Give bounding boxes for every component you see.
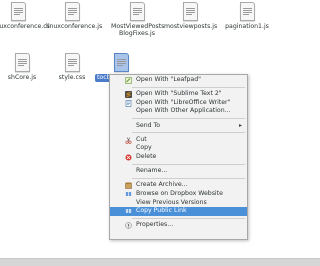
libreoffice-writer-icon xyxy=(125,99,132,107)
dropbox-icon xyxy=(125,208,132,215)
menu-item-create-archive[interactable]: Create Archive... xyxy=(110,181,247,190)
sublime-icon xyxy=(125,91,132,99)
menu-item-view-previous-versions[interactable]: View Previous Versions xyxy=(110,199,247,208)
file-name: MostViewedPosts BlogFixes.js xyxy=(111,23,165,37)
menu-item-send-to[interactable]: Send To ▸ xyxy=(110,122,247,131)
file-item[interactable]: linuxconference.js xyxy=(46,2,103,31)
menu-item-cut[interactable]: Cut xyxy=(110,136,247,145)
menu-item-browse-dropbox[interactable]: Browse on Dropbox Website xyxy=(110,190,247,199)
file-item[interactable]: style.css xyxy=(46,53,98,82)
menu-item-open-other[interactable]: Open With Other Application... xyxy=(110,107,247,116)
file-name: shCore.js xyxy=(7,74,37,81)
file-name: pagination1.js xyxy=(225,23,269,30)
text-file-icon xyxy=(64,53,80,72)
file-name: linuxconference.js xyxy=(46,23,103,30)
menu-item-delete[interactable]: Delete xyxy=(110,153,247,162)
menu-separator xyxy=(132,132,245,134)
text-file-icon xyxy=(64,2,80,21)
menu-separator xyxy=(132,178,245,180)
menu-item-copy-public-link[interactable]: Copy Public Link xyxy=(110,207,247,216)
scissors-icon xyxy=(125,137,132,144)
file-item[interactable]: MostViewedPosts BlogFixes.js xyxy=(111,2,165,37)
text-file-icon xyxy=(14,53,30,72)
file-item[interactable]: shCore.js xyxy=(0,53,48,82)
file-item[interactable]: mostviewposts.js xyxy=(164,2,218,31)
dropbox-icon xyxy=(125,191,132,198)
chevron-right-icon: ▸ xyxy=(238,121,242,129)
properties-icon xyxy=(125,222,132,230)
leafpad-icon xyxy=(125,77,132,84)
menu-item-open-libreoffice[interactable]: Open With "LibreOffice Writer" xyxy=(110,99,247,108)
file-view[interactable]: linuxconference.cs linuxconference.js Mo… xyxy=(0,0,320,258)
file-item[interactable]: linuxconference.cs xyxy=(0,2,50,31)
text-file-icon xyxy=(182,2,198,21)
menu-item-properties[interactable]: Properties... xyxy=(110,221,247,230)
menu-separator xyxy=(132,217,245,219)
text-file-icon xyxy=(129,2,145,21)
file-name: style.css xyxy=(58,74,86,81)
context-menu: Open With "Leafpad" Open With "Sublime T… xyxy=(109,74,248,240)
menu-separator xyxy=(132,163,245,165)
menu-item-copy[interactable]: Copy xyxy=(110,144,247,153)
file-name: linuxconference.cs xyxy=(0,23,50,30)
menu-item-rename[interactable]: Rename... xyxy=(110,167,247,176)
file-name: mostviewposts.js xyxy=(164,23,218,30)
menu-separator xyxy=(132,86,245,88)
file-item[interactable]: pagination1.js xyxy=(221,2,273,31)
menu-separator xyxy=(132,118,245,120)
delete-icon xyxy=(125,154,132,161)
text-file-icon xyxy=(10,2,26,21)
text-file-icon xyxy=(113,53,129,72)
text-file-icon xyxy=(239,2,255,21)
menu-item-open-leafpad[interactable]: Open With "Leafpad" xyxy=(110,76,247,85)
menu-item-open-sublime[interactable]: Open With "Sublime Text 2" xyxy=(110,90,247,99)
archive-icon xyxy=(125,182,132,190)
